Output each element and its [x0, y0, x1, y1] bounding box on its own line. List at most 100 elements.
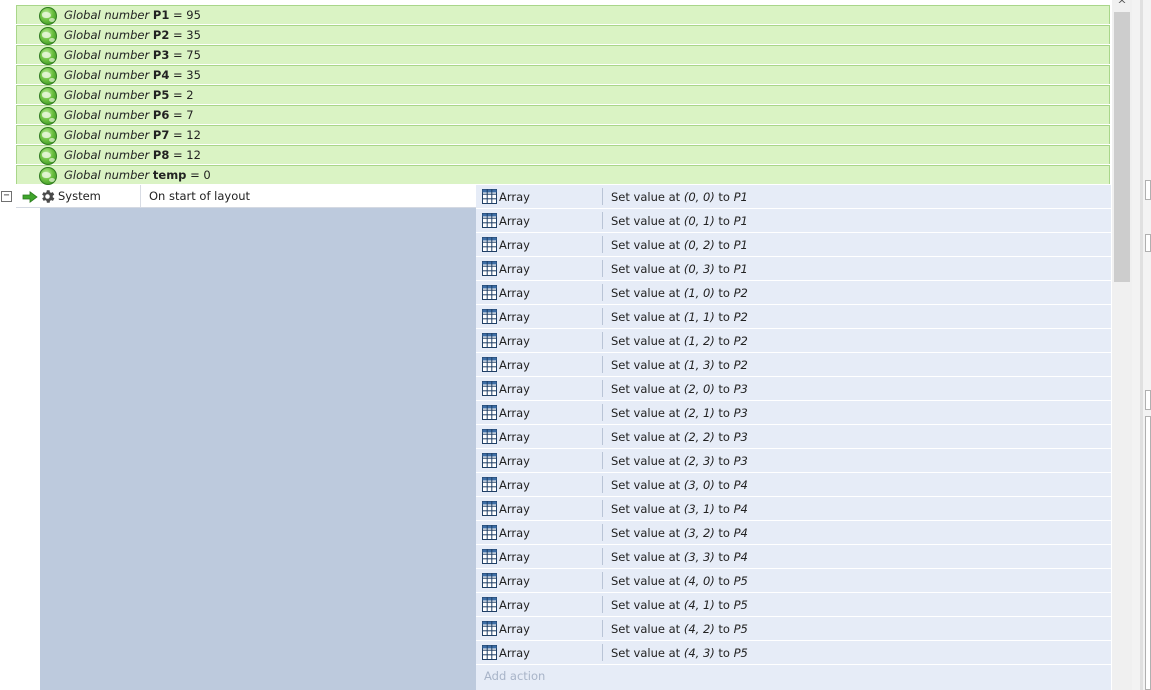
action-target: P1 — [733, 262, 748, 276]
action-target: P2 — [733, 310, 748, 324]
action-separator — [602, 428, 603, 445]
array-grid-icon — [482, 333, 497, 348]
action-prefix: Set value at — [611, 550, 681, 564]
variable-value: = 2 — [172, 88, 194, 102]
globe-icon — [39, 107, 57, 125]
action-object-name: Array — [499, 526, 530, 540]
side-panel-tab[interactable] — [1145, 180, 1151, 200]
variable-value: = 35 — [172, 68, 201, 82]
global-variable-row[interactable]: Global number P6 = 7 — [16, 105, 1110, 125]
event-block[interactable]: − System On start of layout Array Set val… — [0, 185, 1111, 690]
action-separator — [602, 308, 603, 325]
action-row[interactable]: Array Set value at (0, 3) to P1 — [476, 257, 1111, 281]
action-prefix: Set value at — [611, 430, 681, 444]
array-grid-icon — [482, 357, 497, 372]
action-row[interactable]: Array Set value at (4, 1) to P5 — [476, 593, 1111, 617]
action-text: Set value at (2, 3) to P3 — [611, 454, 748, 468]
global-variable-row[interactable]: Global number temp = 0 — [16, 165, 1110, 185]
action-separator — [602, 524, 603, 541]
condition-row[interactable]: System On start of layout — [16, 185, 476, 208]
array-grid-icon — [482, 189, 497, 204]
global-variable-row[interactable]: Global number P2 = 35 — [16, 25, 1110, 45]
action-row[interactable]: Array Set value at (2, 1) to P3 — [476, 401, 1111, 425]
panel-divider[interactable] — [1140, 0, 1143, 690]
action-target: P1 — [733, 214, 748, 228]
add-action-link[interactable]: Add action — [484, 669, 545, 683]
action-row[interactable]: Array Set value at (2, 2) to P3 — [476, 425, 1111, 449]
action-row[interactable]: Array Set value at (3, 1) to P4 — [476, 497, 1111, 521]
action-prefix: Set value at — [611, 622, 681, 636]
array-grid-icon — [482, 213, 497, 228]
action-object-name: Array — [499, 382, 530, 396]
global-variable-text: Global number temp = 0 — [64, 168, 211, 182]
variable-type: Global number — [64, 108, 150, 122]
action-target: P5 — [733, 622, 748, 636]
variable-type: Global number — [64, 148, 150, 162]
global-variable-text: Global number P7 = 12 — [64, 128, 201, 142]
action-row[interactable]: Array Set value at (0, 0) to P1 — [476, 185, 1111, 209]
action-row[interactable]: Array Set value at (0, 1) to P1 — [476, 209, 1111, 233]
global-variable-row[interactable]: Global number P4 = 35 — [16, 65, 1110, 85]
action-separator — [602, 380, 603, 397]
global-variable-row[interactable]: Global number P5 = 2 — [16, 85, 1110, 105]
action-row[interactable]: Array Set value at (2, 0) to P3 — [476, 377, 1111, 401]
action-text: Set value at (1, 0) to P2 — [611, 286, 748, 300]
action-prefix: Set value at — [611, 646, 681, 660]
action-coordinate: (0, 2) — [683, 238, 715, 252]
action-row[interactable]: Array Set value at (4, 2) to P5 — [476, 617, 1111, 641]
array-grid-icon — [482, 381, 497, 396]
globe-icon — [39, 7, 57, 25]
gear-icon — [42, 190, 55, 203]
action-row[interactable]: Array Set value at (3, 2) to P4 — [476, 521, 1111, 545]
scroll-up-arrow-icon[interactable]: ^ — [1112, 0, 1132, 12]
action-row[interactable]: Array Set value at (1, 1) to P2 — [476, 305, 1111, 329]
action-coordinate: (4, 2) — [683, 622, 715, 636]
action-row[interactable]: Array Set value at (1, 3) to P2 — [476, 353, 1111, 377]
global-variable-text: Global number P3 = 75 — [64, 48, 201, 62]
global-variable-row[interactable]: Global number P3 = 75 — [16, 45, 1110, 65]
variable-name: P4 — [152, 68, 170, 82]
global-variable-text: Global number P1 = 95 — [64, 8, 201, 22]
variable-name: P7 — [152, 128, 170, 142]
scrollbar-thumb[interactable] — [1114, 12, 1130, 282]
global-variable-text: Global number P4 = 35 — [64, 68, 201, 82]
array-grid-icon — [482, 549, 497, 564]
array-grid-icon — [482, 573, 497, 588]
action-row[interactable]: Array Set value at (4, 0) to P5 — [476, 569, 1111, 593]
action-separator — [602, 284, 603, 301]
action-prefix: Set value at — [611, 574, 681, 588]
condition-text: On start of layout — [149, 189, 251, 203]
action-target: P3 — [733, 406, 748, 420]
variable-value: = 0 — [190, 168, 211, 182]
variable-type: Global number — [64, 128, 150, 142]
action-text: Set value at (0, 0) to P1 — [611, 190, 748, 204]
conditions-area[interactable] — [40, 208, 476, 690]
variable-type: Global number — [64, 68, 150, 82]
array-grid-icon — [482, 309, 497, 324]
action-separator — [602, 212, 603, 229]
action-row[interactable]: Array Set value at (0, 2) to P1 — [476, 233, 1111, 257]
action-object-name: Array — [499, 478, 530, 492]
action-row[interactable]: Array Set value at (2, 3) to P3 — [476, 449, 1111, 473]
action-coordinate: (3, 2) — [683, 526, 715, 540]
action-separator — [602, 332, 603, 349]
action-separator — [602, 356, 603, 373]
action-row[interactable]: Array Set value at (3, 0) to P4 — [476, 473, 1111, 497]
collapse-toggle[interactable]: − — [1, 191, 12, 202]
action-prefix: Set value at — [611, 310, 681, 324]
action-row[interactable]: Array Set value at (3, 3) to P4 — [476, 545, 1111, 569]
global-variable-row[interactable]: Global number P7 = 12 — [16, 125, 1110, 145]
global-variable-row[interactable]: Global number P8 = 12 — [16, 145, 1110, 165]
variable-type: Global number — [64, 8, 150, 22]
side-panel-tab[interactable] — [1145, 390, 1151, 410]
side-panel-tab[interactable] — [1145, 234, 1151, 252]
global-variable-row[interactable]: Global number P1 = 95 — [16, 5, 1110, 25]
variable-name: P3 — [152, 48, 170, 62]
action-coordinate: (1, 2) — [683, 334, 715, 348]
action-row[interactable]: Array Set value at (1, 2) to P2 — [476, 329, 1111, 353]
action-row[interactable]: Array Set value at (1, 0) to P2 — [476, 281, 1111, 305]
action-target: P1 — [733, 238, 748, 252]
action-row[interactable]: Array Set value at (4, 3) to P5 — [476, 641, 1111, 665]
global-variable-text: Global number P6 = 7 — [64, 108, 194, 122]
variable-value: = 75 — [172, 48, 201, 62]
